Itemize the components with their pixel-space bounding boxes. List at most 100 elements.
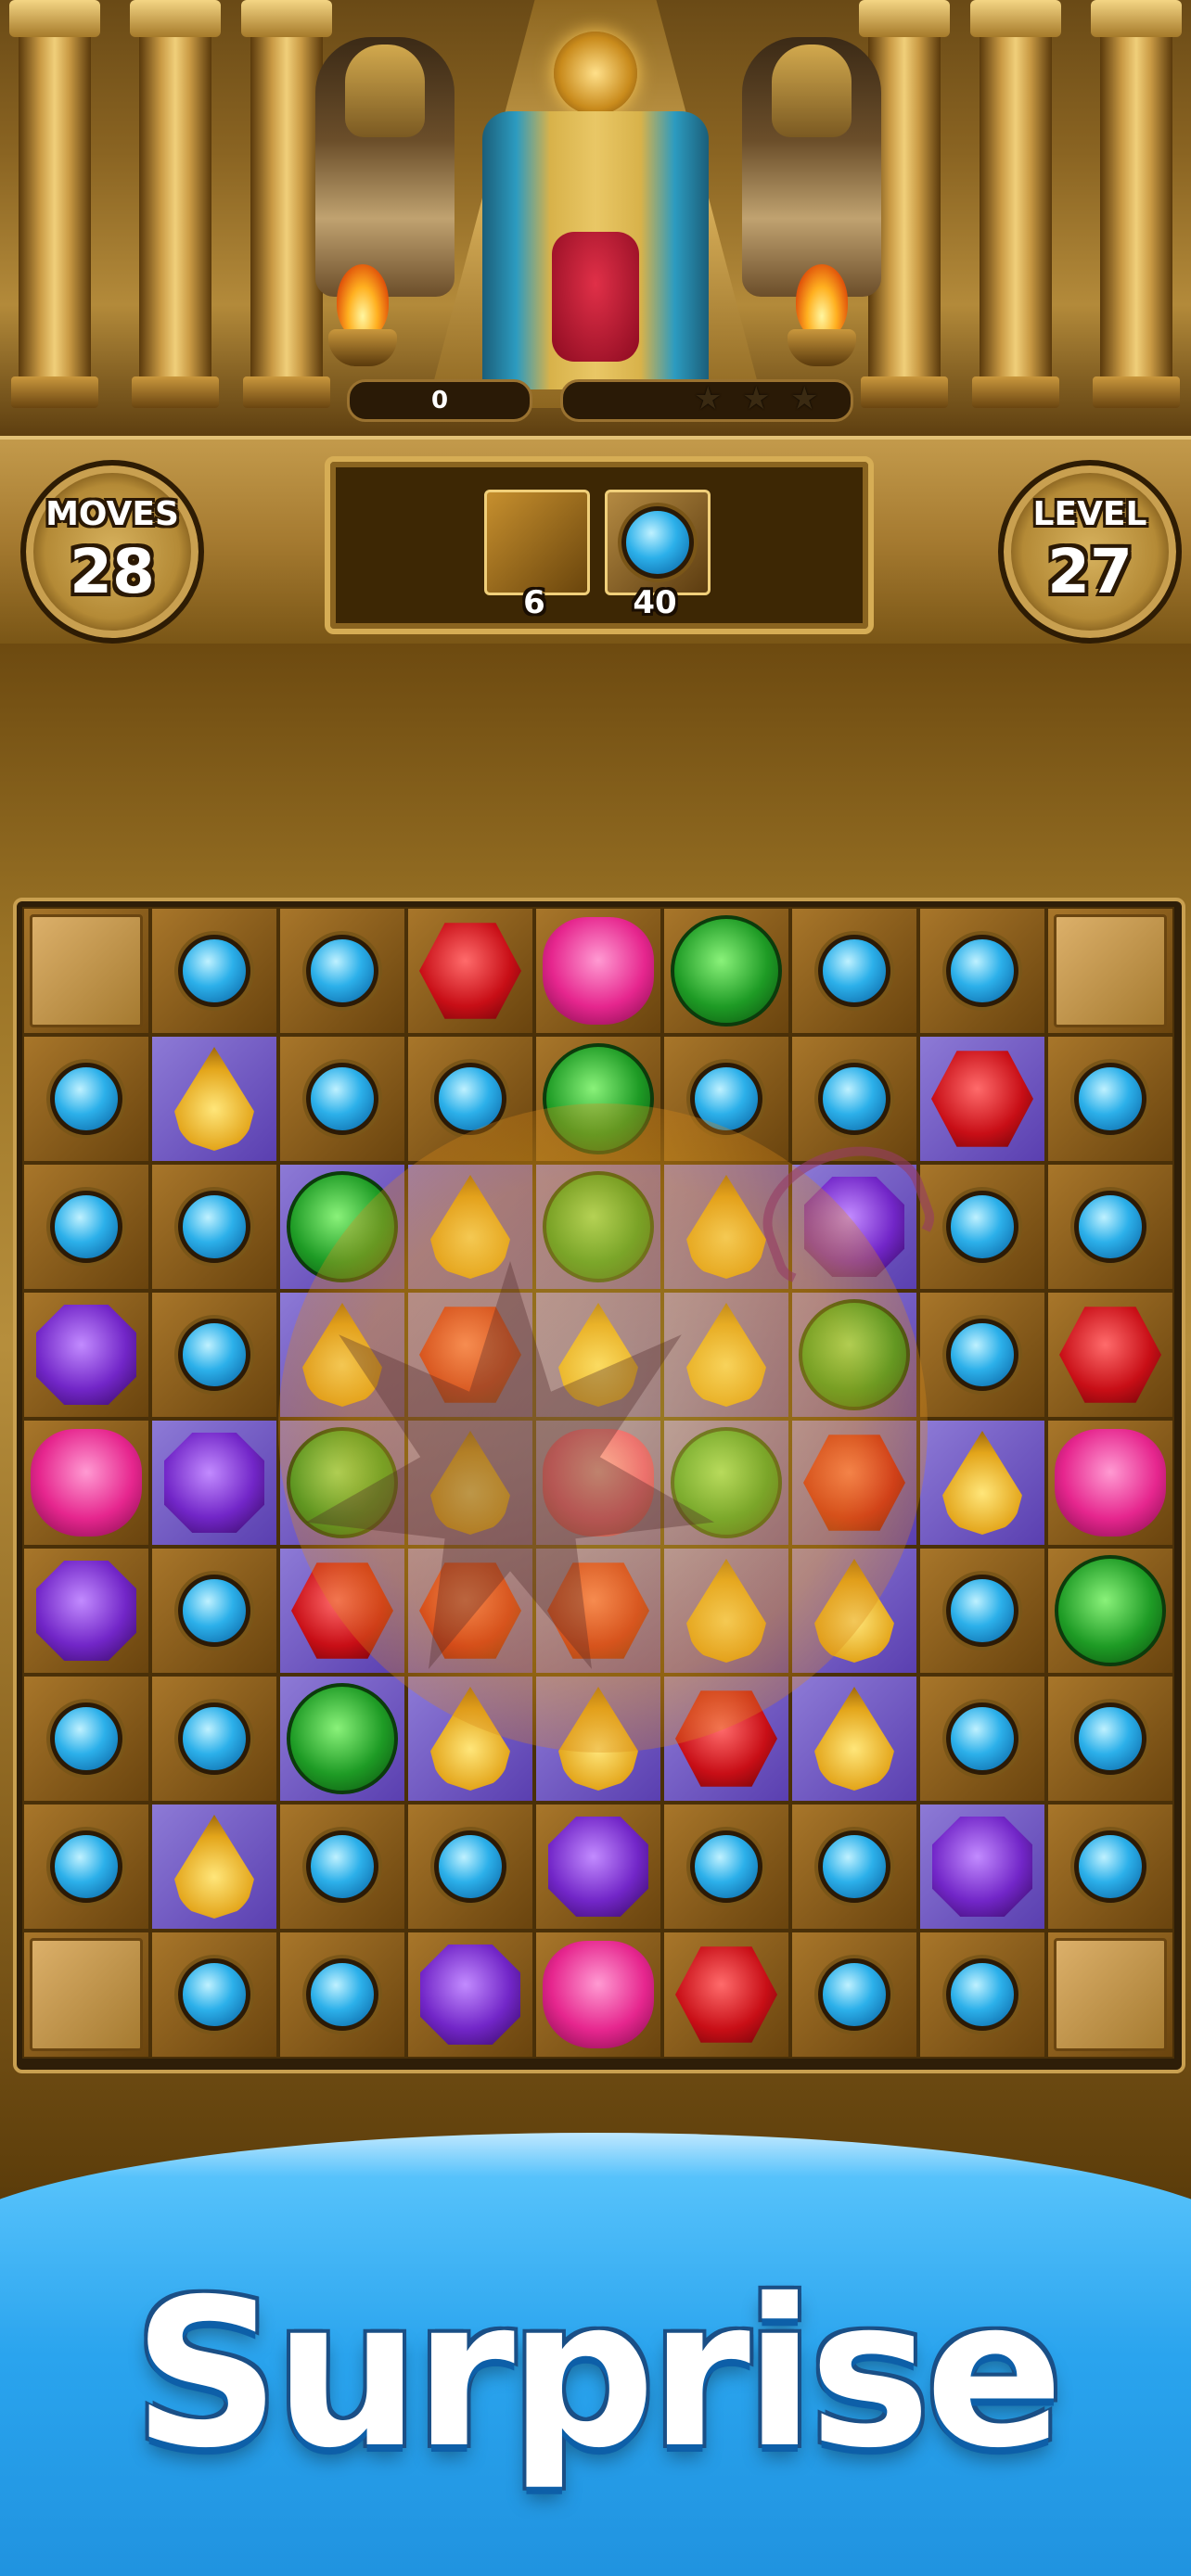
board-cell[interactable] (22, 1803, 150, 1931)
pink-gem-icon[interactable] (543, 917, 654, 1025)
purple-gem-icon[interactable] (164, 1433, 264, 1533)
blue-gem-icon[interactable] (178, 935, 250, 1007)
green-gem-icon[interactable] (799, 1299, 910, 1410)
board-cell[interactable] (150, 1419, 278, 1547)
red-gem-icon[interactable] (931, 1051, 1033, 1147)
blue-gem-icon[interactable] (946, 1702, 1018, 1775)
blue-gem-icon[interactable] (178, 1958, 250, 2031)
green-gem-icon[interactable] (543, 1171, 654, 1282)
board-cell[interactable] (918, 1675, 1046, 1803)
blue-gem-icon[interactable] (1074, 1702, 1146, 1775)
blue-gem-icon[interactable] (178, 1319, 250, 1391)
board-cell[interactable] (534, 1803, 662, 1931)
board-cell[interactable] (22, 1419, 150, 1547)
board-cell[interactable] (278, 1035, 406, 1163)
purple-gem-icon[interactable] (932, 1817, 1032, 1917)
red-gem-icon[interactable] (419, 923, 521, 1019)
red-gem-icon[interactable] (291, 1562, 393, 1659)
yellow-gem-icon[interactable] (174, 1815, 254, 1919)
board-cell[interactable] (790, 907, 918, 1035)
blue-gem-icon[interactable] (434, 1063, 506, 1135)
board-cell[interactable] (662, 1675, 790, 1803)
board-cell[interactable] (918, 1547, 1046, 1675)
purple-gem-icon[interactable] (36, 1305, 136, 1405)
blue-gem-icon[interactable] (946, 1319, 1018, 1391)
blue-gem-icon[interactable] (1074, 1830, 1146, 1903)
purple-gem-icon[interactable] (36, 1561, 136, 1661)
blue-gem-icon[interactable] (1074, 1063, 1146, 1135)
board-cell[interactable] (278, 1547, 406, 1675)
purple-gem-icon[interactable] (548, 1817, 648, 1917)
board-cell[interactable] (150, 1291, 278, 1419)
board-cell[interactable] (406, 1035, 534, 1163)
board-cell[interactable] (662, 1291, 790, 1419)
board-cell[interactable] (662, 1803, 790, 1931)
yellow-gem-icon[interactable] (814, 1559, 894, 1663)
blue-gem-icon[interactable] (50, 1063, 122, 1135)
yellow-gem-icon[interactable] (430, 1175, 510, 1279)
pink-gem-icon[interactable] (1055, 1429, 1166, 1537)
board-cell[interactable] (1046, 1035, 1174, 1163)
sandstone-tile-icon[interactable] (1054, 914, 1167, 1027)
board-cell[interactable] (22, 1931, 150, 2059)
board-cell[interactable] (150, 1803, 278, 1931)
board-cell[interactable] (1046, 907, 1174, 1035)
board-cell[interactable] (790, 1419, 918, 1547)
yellow-gem-icon[interactable] (686, 1175, 766, 1279)
pink-gem-icon[interactable] (543, 1941, 654, 2048)
board-cell[interactable] (150, 1547, 278, 1675)
board-cell[interactable] (918, 1803, 1046, 1931)
blue-gem-icon[interactable] (178, 1702, 250, 1775)
green-gem-icon[interactable] (543, 1043, 654, 1154)
blue-gem-icon[interactable] (1074, 1191, 1146, 1263)
green-gem-icon[interactable] (287, 1683, 398, 1794)
board-cell[interactable] (662, 907, 790, 1035)
board-cell[interactable] (278, 1675, 406, 1803)
board-cell[interactable] (150, 1931, 278, 2059)
board-cell[interactable] (918, 1931, 1046, 2059)
blue-gem-icon[interactable] (306, 1958, 378, 2031)
green-gem-icon[interactable] (1055, 1555, 1166, 1666)
purple-gem-icon[interactable] (420, 1945, 520, 2045)
board-cell[interactable] (662, 1419, 790, 1547)
board-cell[interactable] (406, 907, 534, 1035)
board-cell[interactable] (1046, 1291, 1174, 1419)
blue-gem-icon[interactable] (818, 1830, 890, 1903)
board-cell[interactable] (22, 1675, 150, 1803)
board-cell[interactable] (22, 1291, 150, 1419)
blue-gem-icon[interactable] (946, 1575, 1018, 1647)
board-cell[interactable] (790, 1803, 918, 1931)
blue-gem-icon[interactable] (690, 1063, 762, 1135)
board-cell[interactable] (790, 1675, 918, 1803)
yellow-gem-icon[interactable] (686, 1559, 766, 1663)
blue-gem-icon[interactable] (306, 1063, 378, 1135)
board-cell[interactable] (22, 1035, 150, 1163)
blue-gem-icon[interactable] (818, 1063, 890, 1135)
board-cell[interactable] (918, 1291, 1046, 1419)
red-gem-icon[interactable] (675, 1946, 777, 2043)
board-cell[interactable] (1046, 1803, 1174, 1931)
board-cell[interactable] (534, 1931, 662, 2059)
yellow-gem-icon[interactable] (558, 1687, 638, 1791)
board-cell[interactable] (790, 1931, 918, 2059)
board-cell[interactable] (406, 1675, 534, 1803)
board-cell[interactable] (150, 1163, 278, 1291)
blue-gem-icon[interactable] (818, 935, 890, 1007)
red-gem-icon[interactable] (1059, 1307, 1161, 1403)
board-cell[interactable] (662, 1547, 790, 1675)
blue-gem-icon[interactable] (946, 1191, 1018, 1263)
board-cell[interactable] (406, 1163, 534, 1291)
board-cell[interactable] (22, 1163, 150, 1291)
blue-gem-icon[interactable] (434, 1830, 506, 1903)
board-cell[interactable] (662, 1035, 790, 1163)
blue-gem-icon[interactable] (50, 1191, 122, 1263)
board-cell[interactable] (22, 907, 150, 1035)
board-cell[interactable] (918, 1163, 1046, 1291)
yellow-gem-icon[interactable] (942, 1431, 1022, 1535)
red-gem-icon[interactable] (675, 1690, 777, 1787)
yellow-gem-icon[interactable] (430, 1687, 510, 1791)
board-cell[interactable] (278, 1931, 406, 2059)
pink-gem-icon[interactable] (31, 1429, 142, 1537)
board-cell[interactable] (918, 1419, 1046, 1547)
blue-gem-icon[interactable] (946, 1958, 1018, 2031)
